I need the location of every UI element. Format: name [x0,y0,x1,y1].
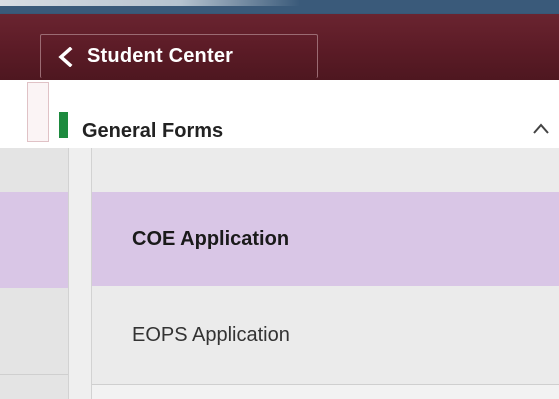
menu-top-spacer [92,148,559,192]
menu-item-eops-application[interactable]: EOPS Application [92,286,559,384]
general-forms-group-header[interactable]: General Forms [0,80,559,148]
group-accent [27,82,49,142]
chevron-left-icon [55,46,77,68]
menu-item-label: EOPS Application [132,323,290,346]
group-title: General Forms [82,120,224,142]
pane-divider[interactable] [68,148,92,399]
left-pane-selection-highlight [0,192,68,288]
left-pane-separator [0,374,68,375]
left-pane [0,148,68,399]
top-strip-glare [0,0,300,6]
chevron-up-icon[interactable] [532,122,550,136]
group-marker [59,112,68,138]
menu-bottom-strip [92,385,559,399]
menu-item-label: COE Application [132,227,290,250]
back-button-label: Student Center [87,45,234,67]
header-bar: Student Center [0,14,559,80]
top-strip [0,0,559,14]
menu-item-coe-application[interactable]: COE Application [92,192,559,286]
back-to-student-center-button[interactable]: Student Center [40,34,318,78]
